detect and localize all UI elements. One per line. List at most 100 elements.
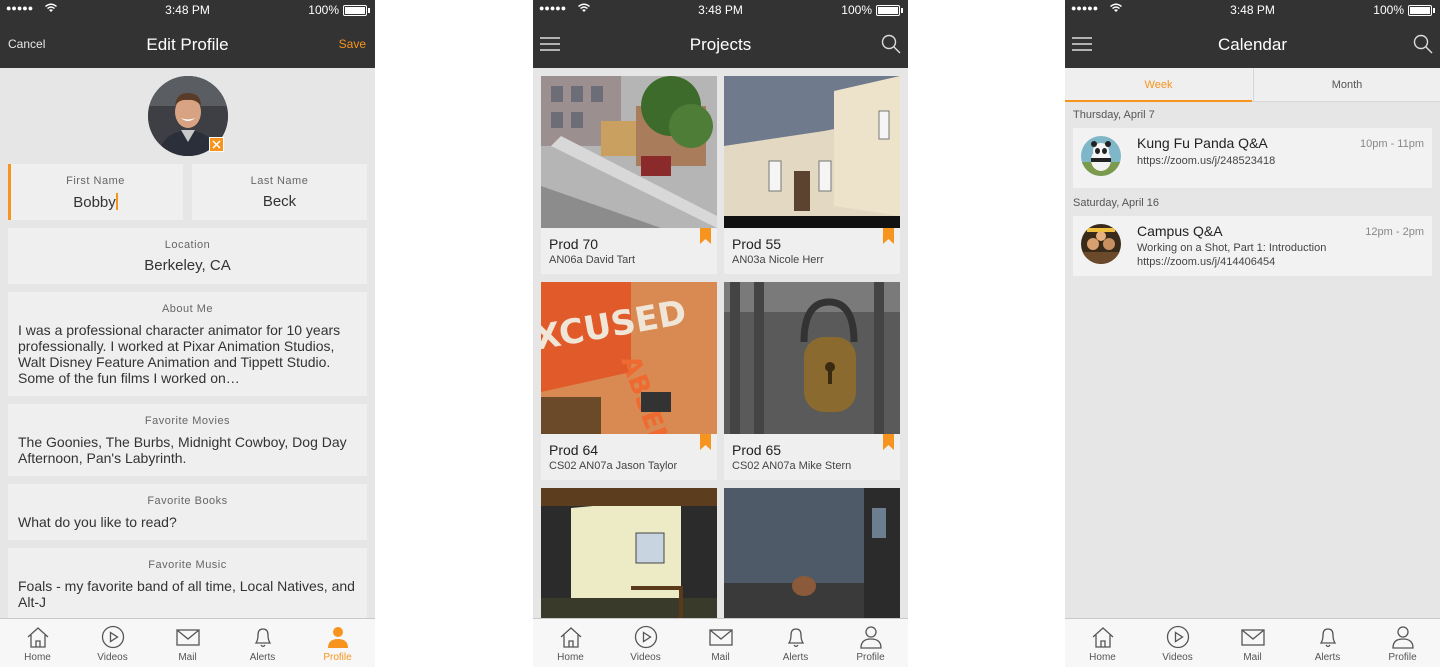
status-bar: ●●●●● 3:48 PM 100% — [0, 0, 375, 20]
event-link[interactable]: https://zoom.us/j/248523418 — [1137, 155, 1275, 167]
nav-bar: Calendar — [1065, 20, 1440, 68]
tab-alerts[interactable]: Alerts — [1290, 619, 1365, 667]
first-name-label: First Name — [66, 175, 125, 187]
tab-videos-label: Videos — [1162, 652, 1193, 663]
battery-percent: 100% — [1373, 3, 1404, 17]
bookmark-icon[interactable] — [700, 434, 711, 450]
about-me-value: I was a professional character animator … — [18, 322, 341, 386]
project-subtitle: AN03a Nicole Herr — [732, 254, 824, 266]
tab-alerts[interactable]: Alerts — [758, 619, 833, 667]
first-name-value: Bobby — [73, 194, 116, 211]
location-value: Berkeley, CA — [144, 257, 231, 274]
tab-bar: Home Videos Mail Alerts Profile — [1065, 618, 1440, 667]
project-subtitle: CS02 AN07a Mike Stern — [732, 460, 852, 472]
tab-home[interactable]: Home — [0, 619, 75, 667]
tab-bar: Home Videos Mail Alerts Profile — [0, 618, 375, 667]
home-icon — [560, 627, 581, 648]
tab-month[interactable]: Month — [1253, 68, 1440, 102]
favorite-books-field[interactable]: Favorite Books What do you like to read? — [8, 484, 367, 540]
save-button[interactable]: Save — [339, 37, 366, 51]
tab-alerts-label: Alerts — [782, 652, 809, 663]
tab-profile[interactable]: Profile — [1365, 619, 1440, 667]
tab-alerts-label: Alerts — [249, 652, 276, 663]
tab-mail[interactable]: Mail — [683, 619, 758, 667]
bookmark-icon[interactable] — [883, 434, 894, 450]
last-name-value: Beck — [262, 193, 297, 210]
bookmark-icon[interactable] — [883, 228, 894, 244]
projects-screen: ●●●●● 3:48 PM 100% Projects Prod 70 AN06… — [533, 0, 908, 667]
status-bar: ●●●●● 3:48 PM 100% — [1065, 0, 1440, 20]
nav-bar: Cancel Edit Profile Save — [0, 20, 375, 68]
battery-icon — [876, 5, 900, 16]
tab-videos[interactable]: Videos — [608, 619, 683, 667]
tab-home[interactable]: Home — [533, 619, 608, 667]
tab-week[interactable]: Week — [1065, 68, 1252, 102]
bookmark-icon[interactable] — [700, 228, 711, 244]
last-name-label: Last Name — [250, 175, 309, 187]
tab-home-label: Home — [557, 652, 584, 663]
home-icon — [27, 627, 48, 648]
last-name-field[interactable]: Last Name Beck — [192, 164, 367, 220]
play-circle-icon — [634, 625, 657, 649]
tab-home-label: Home — [1089, 652, 1116, 663]
tab-alerts-label: Alerts — [1314, 652, 1341, 663]
text-cursor — [115, 193, 118, 210]
favorite-books-value: What do you like to read? — [18, 514, 177, 530]
search-icon[interactable] — [1413, 34, 1433, 54]
event-time: 10pm - 11pm — [1360, 138, 1424, 150]
play-circle-icon — [1166, 625, 1189, 649]
tab-profile[interactable]: Profile — [300, 619, 375, 667]
tab-home[interactable]: Home — [1065, 619, 1140, 667]
event-link[interactable]: https://zoom.us/j/414406454 — [1137, 256, 1275, 268]
search-icon[interactable] — [881, 34, 901, 54]
location-field[interactable]: Location Berkeley, CA — [8, 228, 367, 284]
about-me-field[interactable]: About Me I was a professional character … — [8, 292, 367, 396]
day-header: Saturday, April 16 — [1073, 197, 1160, 209]
battery-icon — [1408, 5, 1432, 16]
tab-profile-label: Profile — [323, 652, 352, 663]
mail-icon — [708, 629, 733, 646]
tab-mail-label: Mail — [711, 652, 730, 663]
tab-mail-label: Mail — [1243, 652, 1262, 663]
edit-profile-screen: ●●●●● 3:48 PM 100% Cancel Edit Profile S… — [0, 0, 375, 667]
project-thumbnail — [541, 76, 717, 228]
event-time: 12pm - 2pm — [1365, 226, 1424, 238]
project-card[interactable]: Prod 55 AN03a Nicole Herr — [724, 76, 900, 274]
event-title: Campus Q&A — [1137, 223, 1223, 239]
tab-mail[interactable]: Mail — [150, 619, 225, 667]
tab-mail[interactable]: Mail — [1215, 619, 1290, 667]
favorite-books-label: Favorite Books — [147, 495, 228, 507]
tab-videos[interactable]: Videos — [75, 619, 150, 667]
person-icon — [859, 626, 882, 649]
page-title: Edit Profile — [146, 35, 229, 54]
tab-alerts[interactable]: Alerts — [225, 619, 300, 667]
person-icon — [327, 627, 348, 648]
page-title: Projects — [689, 35, 752, 54]
project-thumbnail — [724, 282, 900, 434]
tab-videos-label: Videos — [97, 652, 128, 663]
person-icon — [1391, 626, 1414, 649]
favorite-music-field[interactable]: Favorite Music Foals - my favorite band … — [8, 548, 367, 620]
project-name: Prod 55 — [732, 236, 782, 252]
first-name-field[interactable]: First Name Bobby — [8, 164, 183, 220]
calendar-event[interactable]: Kung Fu Panda Q&A 10pm - 11pm https://zo… — [1073, 128, 1432, 188]
favorite-music-label: Favorite Music — [148, 559, 227, 571]
calendar-event[interactable]: Campus Q&A 12pm - 2pm Working on a Shot,… — [1073, 216, 1432, 276]
project-card[interactable]: Prod 65 CS02 AN07a Mike Stern — [724, 282, 900, 480]
project-name: Prod 70 — [549, 236, 599, 252]
tab-profile[interactable]: Profile — [833, 619, 908, 667]
battery-percent: 100% — [308, 3, 339, 17]
tab-videos[interactable]: Videos — [1140, 619, 1215, 667]
project-card[interactable]: Prod 70 AN06a David Tart — [541, 76, 717, 274]
page-title: Calendar — [1218, 35, 1287, 54]
play-circle-icon — [101, 625, 124, 649]
edit-photo-icon[interactable] — [209, 137, 224, 152]
home-icon — [1092, 627, 1113, 648]
favorite-movies-field[interactable]: Favorite Movies The Goonies, The Burbs, … — [8, 404, 367, 476]
event-thumbnail — [1081, 136, 1121, 176]
tab-profile-label: Profile — [1388, 652, 1417, 663]
project-subtitle: CS02 AN07a Jason Taylor — [549, 460, 678, 472]
tab-profile-label: Profile — [856, 652, 885, 663]
location-label: Location — [164, 239, 211, 251]
project-card[interactable]: XCUSED ABSENCE Prod 64 CS02 AN07a Jason … — [541, 282, 717, 480]
